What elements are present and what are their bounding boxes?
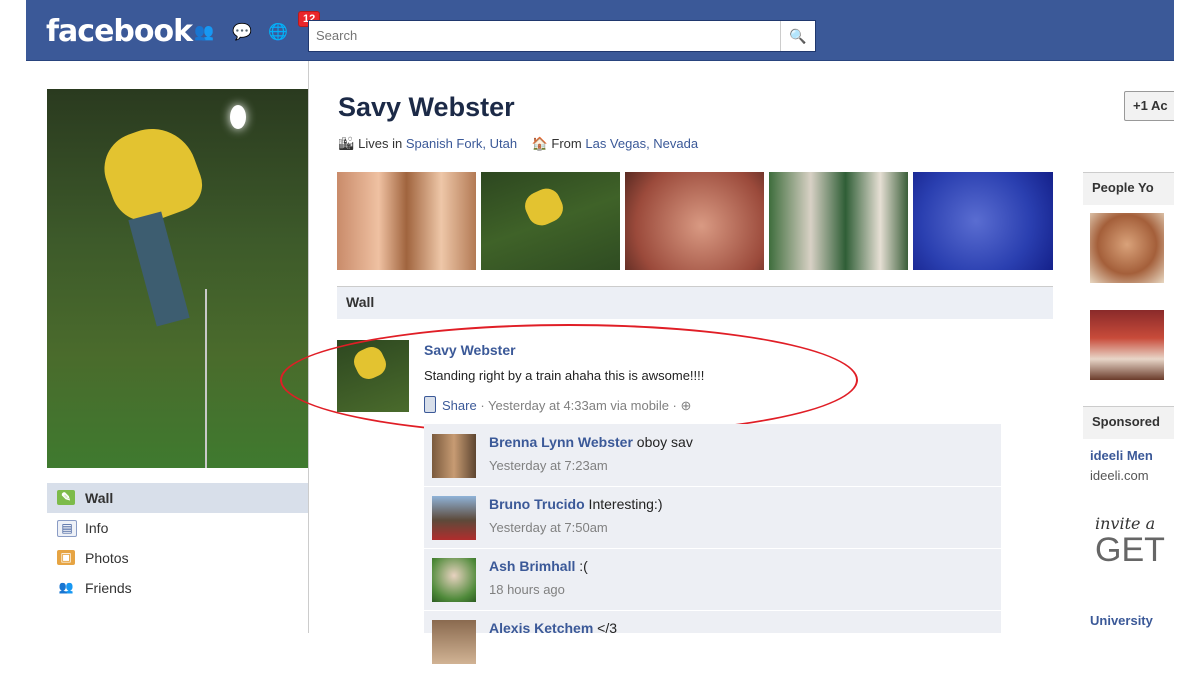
from-label: From [551, 136, 582, 151]
suggested-person-photo[interactable] [1090, 310, 1164, 380]
from-link[interactable]: Las Vegas, Nevada [585, 136, 698, 151]
photo-strip [337, 172, 1053, 270]
right-column: +1 Ac People Yo Sponsored ideeli Men ide… [1083, 61, 1174, 633]
photo-thumbnail[interactable] [625, 172, 764, 270]
highlight-annotation-ring [280, 324, 858, 436]
photo-thumbnail[interactable] [769, 172, 908, 270]
add-friend-button[interactable]: +1 Ac [1124, 91, 1174, 121]
comment-text: Interesting:) [584, 496, 663, 512]
hometown-icon: 🏠 [531, 136, 548, 151]
university-heading[interactable]: University [1090, 613, 1153, 628]
nav-item-friends[interactable]: 👥 Friends [47, 573, 308, 603]
search-input[interactable] [309, 21, 783, 49]
photo-thumbnail[interactable] [481, 172, 620, 270]
comment-text: oboy sav [632, 434, 693, 450]
commenter-name[interactable]: Brenna Lynn Webster [489, 434, 633, 450]
nav-label: Wall [85, 490, 114, 506]
messages-icon[interactable]: 💬 [232, 22, 252, 41]
photo-thumbnail[interactable] [913, 172, 1053, 270]
comment-body: Ash Brimhall :( [489, 558, 588, 574]
sponsored-heading: Sponsored [1083, 406, 1174, 439]
nav-label: Photos [85, 550, 129, 566]
top-navigation-bar: facebook 👥 💬 🌐 12 🔍 [26, 0, 1174, 61]
nav-item-photos[interactable]: ▣ Photos [47, 543, 308, 573]
commenter-name[interactable]: Ash Brimhall [489, 558, 575, 574]
profile-nav: ✎ Wall ▤ Info ▣ Photos 👥 Friends [47, 483, 308, 603]
facebook-logo[interactable]: facebook [46, 14, 193, 49]
comment-item: Alexis Ketchem </3 [424, 610, 1001, 673]
comment-body: Brenna Lynn Webster oboy sav [489, 434, 693, 450]
suggested-person-photo[interactable] [1090, 213, 1164, 283]
wall-icon: ✎ [57, 490, 75, 505]
ad-title-link[interactable]: ideeli Men [1090, 448, 1153, 463]
search-box: 🔍 [308, 20, 816, 52]
profile-name: Savy Webster [338, 92, 515, 122]
nav-label: Friends [85, 580, 132, 596]
comment-text: </3 [593, 620, 618, 636]
lives-in-label: Lives in [358, 136, 403, 151]
photos-icon: ▣ [57, 550, 75, 565]
comment-item: Brenna Lynn Webster oboy sav Yesterday a… [424, 424, 1001, 487]
commenter-name[interactable]: Alexis Ketchem [489, 620, 593, 636]
notifications-icon[interactable]: 🌐 [268, 22, 288, 41]
profile-meta: 🏙 Lives in Spanish Fork, Utah 🏠 From Las… [338, 136, 698, 152]
search-icon: 🔍 [789, 28, 807, 44]
wall-heading: Wall [346, 294, 375, 310]
profile-picture[interactable] [47, 89, 308, 468]
lives-in-icon: 🏙 [338, 136, 355, 151]
wall-section-header: Wall [337, 286, 1053, 319]
ad-image-line2[interactable]: GET [1095, 531, 1165, 570]
people-you-may-know-heading: People Yo [1083, 172, 1174, 205]
nav-item-info[interactable]: ▤ Info [47, 513, 308, 543]
nav-label: Info [85, 520, 109, 536]
comment-body: Bruno Trucido Interesting:) [489, 496, 663, 512]
left-column: ✎ Wall ▤ Info ▣ Photos 👥 Friends [26, 61, 309, 633]
commenter-name[interactable]: Bruno Trucido [489, 496, 585, 512]
photo-thumbnail[interactable] [337, 172, 476, 270]
comment-time[interactable]: Yesterday at 7:50am [489, 520, 608, 535]
commenter-avatar[interactable] [432, 496, 476, 540]
lives-in-link[interactable]: Spanish Fork, Utah [406, 136, 517, 151]
comment-body: Alexis Ketchem </3 [489, 620, 617, 636]
commenter-avatar[interactable] [432, 558, 476, 602]
comments-list: Brenna Lynn Webster oboy sav Yesterday a… [424, 424, 1001, 673]
comment-time[interactable]: Yesterday at 7:23am [489, 458, 608, 473]
friend-requests-icon[interactable]: 👥 [194, 22, 214, 41]
search-button[interactable]: 🔍 [780, 21, 815, 51]
info-icon: ▤ [57, 520, 77, 537]
comment-time[interactable]: 18 hours ago [489, 582, 565, 597]
commenter-avatar[interactable] [432, 434, 476, 478]
commenter-avatar[interactable] [432, 620, 476, 664]
nav-item-wall[interactable]: ✎ Wall [47, 483, 308, 513]
friends-icon: 👥 [58, 580, 74, 594]
ad-domain: ideeli.com [1090, 468, 1149, 483]
comment-item: Bruno Trucido Interesting:) Yesterday at… [424, 486, 1001, 549]
comment-item: Ash Brimhall :( 18 hours ago [424, 548, 1001, 611]
comment-text: :( [575, 558, 588, 574]
